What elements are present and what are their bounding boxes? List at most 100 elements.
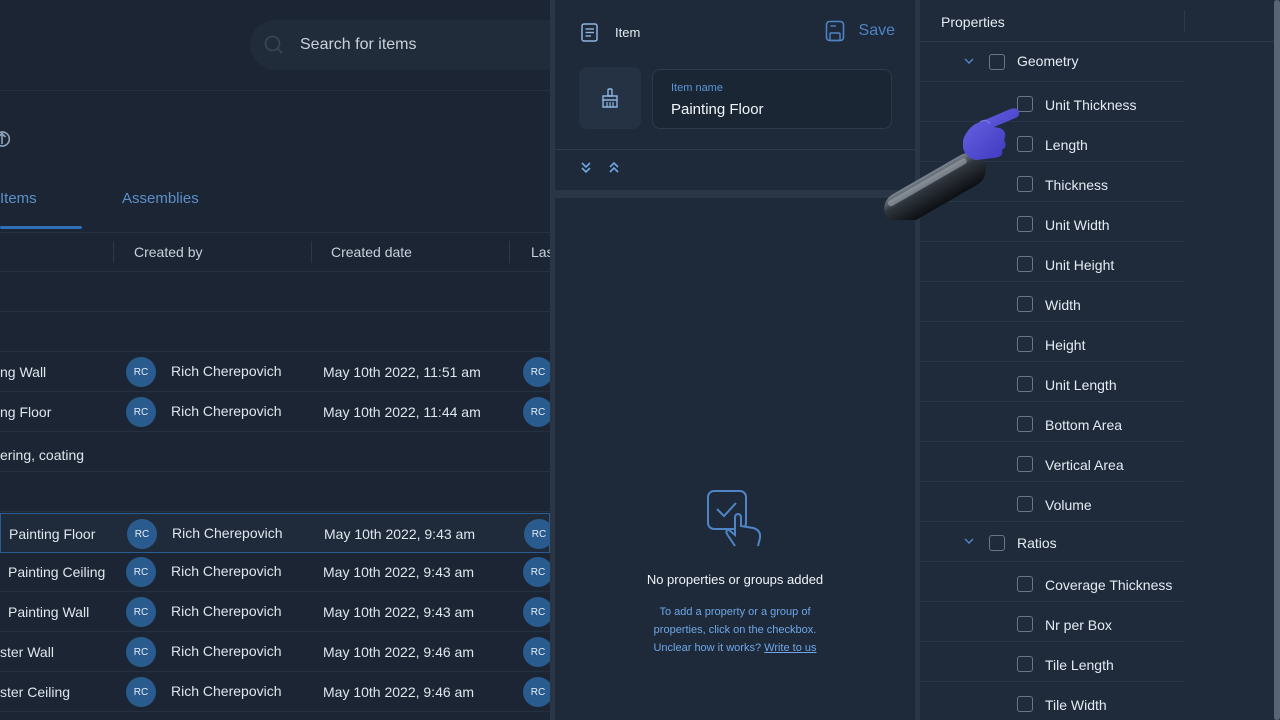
property-label: Tile Length <box>1045 657 1114 673</box>
property-label: Coverage Thickness <box>1045 577 1173 593</box>
column-header-created-date[interactable]: Created date <box>331 244 412 260</box>
property-group-geometry[interactable]: Geometry <box>920 42 1184 82</box>
property-checkbox[interactable] <box>1017 496 1033 512</box>
row-date: May 10th 2022, 11:44 am <box>323 404 481 420</box>
search-input[interactable] <box>300 36 540 54</box>
avatar: RC <box>523 637 550 667</box>
save-icon <box>825 20 844 42</box>
property-row[interactable]: Coverage Thickness <box>920 562 1184 602</box>
property-checkbox[interactable] <box>1017 336 1033 352</box>
row-date: May 10th 2022, 9:43 am <box>324 526 475 542</box>
table-row[interactable]: Painting Ceiling RC Rich Cherepovich May… <box>0 552 550 592</box>
chevron-down-icon[interactable] <box>963 55 975 67</box>
save-button[interactable]: Save <box>825 20 895 42</box>
column-header-created-by[interactable]: Created by <box>134 244 202 260</box>
property-checkbox[interactable] <box>1017 576 1033 592</box>
property-checkbox[interactable] <box>1017 616 1033 632</box>
avatar: RC <box>126 397 156 427</box>
property-row[interactable]: Height <box>920 322 1184 362</box>
column-separator <box>311 241 312 263</box>
item-panel: Item Save Item name Painting Floor No pr… <box>550 0 920 720</box>
property-checkbox[interactable] <box>1017 96 1033 112</box>
group-label: Ratios <box>1017 535 1057 551</box>
property-row[interactable]: Tile Length <box>920 642 1184 682</box>
avatar: RC <box>523 397 550 427</box>
property-checkbox[interactable] <box>1017 136 1033 152</box>
write-to-us-link[interactable]: Write to us <box>764 642 816 654</box>
property-checkbox[interactable] <box>1017 656 1033 672</box>
group-checkbox[interactable] <box>989 54 1005 70</box>
search-box[interactable] <box>250 20 550 70</box>
column-separator <box>1184 10 1185 32</box>
item-name-field[interactable]: Item name Painting Floor <box>652 69 892 129</box>
row-creator: Rich Cherepovich <box>171 403 282 419</box>
expand-all-icon[interactable] <box>579 160 593 174</box>
property-group-ratios[interactable]: Ratios <box>920 522 1184 562</box>
row-date: May 10th 2022, 9:46 am <box>323 684 474 700</box>
avatar: RC <box>524 519 550 549</box>
property-checkbox[interactable] <box>1017 176 1033 192</box>
item-name-label: Item name <box>671 82 723 94</box>
empty-line: Unclear how it works? Write to us <box>555 639 915 657</box>
table-row[interactable]: Painting Wall RC Rich Cherepovich May 10… <box>0 592 550 632</box>
avatar: RC <box>126 557 156 587</box>
avatar: RC <box>126 597 156 627</box>
empty-state-description: To add a property or a group of properti… <box>555 603 915 657</box>
property-row[interactable]: Thickness <box>920 162 1184 202</box>
item-name-value[interactable]: Painting Floor <box>671 101 764 118</box>
property-label: Bottom Area <box>1045 417 1123 433</box>
section-divider <box>555 190 915 198</box>
property-checkbox[interactable] <box>1017 256 1033 272</box>
property-row[interactable]: Length <box>920 122 1184 162</box>
group-label: Geometry <box>1017 53 1079 69</box>
property-row[interactable]: Volume <box>920 482 1184 522</box>
property-label: Tile Width <box>1045 697 1107 713</box>
property-row[interactable]: Vertical Area <box>920 442 1184 482</box>
row-creator: Rich Cherepovich <box>171 563 282 579</box>
group-row[interactable] <box>0 472 550 512</box>
group-checkbox[interactable] <box>989 535 1005 551</box>
item-icon-picker[interactable] <box>579 67 641 129</box>
group-row[interactable] <box>0 312 550 352</box>
table-row[interactable]: ng Wall RC Rich Cherepovich May 10th 202… <box>0 352 550 392</box>
scrollbar-thumb[interactable] <box>1274 0 1280 720</box>
chevron-down-icon[interactable] <box>963 535 975 547</box>
property-row[interactable]: Unit Length <box>920 362 1184 402</box>
table-row[interactable]: ster Wall RC Rich Cherepovich May 10th 2… <box>0 632 550 672</box>
collapse-all-icon[interactable] <box>607 160 621 174</box>
tab-items[interactable]: Items <box>0 190 37 207</box>
property-row[interactable]: Unit Thickness <box>920 82 1184 122</box>
property-row[interactable]: Width <box>920 282 1184 322</box>
property-label: Width <box>1045 297 1081 313</box>
column-separator <box>509 241 510 263</box>
properties-title: Properties <box>941 14 1005 30</box>
column-header-last[interactable]: Las <box>531 244 550 260</box>
property-row[interactable]: Tile Width <box>920 682 1184 720</box>
avatar: RC <box>523 357 550 387</box>
group-row[interactable]: ering, coating <box>0 432 550 472</box>
search-icon <box>264 35 283 54</box>
property-checkbox[interactable] <box>1017 456 1033 472</box>
scrollbar[interactable] <box>1274 0 1280 720</box>
row-date: May 10th 2022, 9:43 am <box>323 604 474 620</box>
property-row[interactable]: Bottom Area <box>920 402 1184 442</box>
empty-line: To add a property or a group of <box>659 606 811 618</box>
property-checkbox[interactable] <box>1017 216 1033 232</box>
tab-assemblies[interactable]: Assemblies <box>122 190 199 207</box>
property-row[interactable]: Nr per Box <box>920 602 1184 642</box>
property-checkbox[interactable] <box>1017 416 1033 432</box>
property-checkbox[interactable] <box>1017 296 1033 312</box>
property-row[interactable]: Unit Height <box>920 242 1184 282</box>
property-checkbox[interactable] <box>1017 376 1033 392</box>
group-row[interactable] <box>0 272 550 312</box>
property-label: Length <box>1045 137 1088 153</box>
property-row[interactable]: Unit Width <box>920 202 1184 242</box>
table-row[interactable]: ster Ceiling RC Rich Cherepovich May 10t… <box>0 672 550 712</box>
column-separator <box>113 241 114 263</box>
table-row[interactable]: ng Floor RC Rich Cherepovich May 10th 20… <box>0 392 550 432</box>
table-row-selected[interactable]: Painting Floor RC Rich Cherepovich May 1… <box>0 513 550 553</box>
property-checkbox[interactable] <box>1017 696 1033 712</box>
upload-icon[interactable] <box>0 128 12 152</box>
row-name: ng Wall <box>0 364 47 380</box>
items-list-panel: Items Assemblies Created by Created date… <box>0 0 550 720</box>
